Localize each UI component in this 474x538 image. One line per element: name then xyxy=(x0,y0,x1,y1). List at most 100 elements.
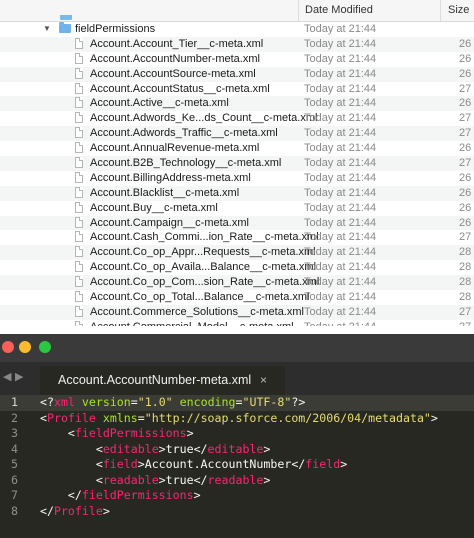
document-icon xyxy=(75,157,83,169)
code-line[interactable]: 6 <readable>true</readable> xyxy=(0,473,474,489)
chevron-left-icon[interactable]: ◀ xyxy=(3,370,11,383)
file-size: 26 xyxy=(459,142,472,155)
line-number: 7 xyxy=(11,488,18,502)
code-editor[interactable]: 1 <?xml version="1.0" encoding="UTF-8"?> 2… xyxy=(0,395,474,538)
file-name: Account.AccountStatus__c-meta.xml xyxy=(90,82,270,95)
file-size: 27 xyxy=(459,305,472,318)
code-line[interactable]: 1 <?xml version="1.0" encoding="UTF-8"?> xyxy=(0,395,474,411)
file-name: Account.AnnualRevenue-meta.xml xyxy=(90,142,260,155)
file-row[interactable]: Account.Buy__c-meta.xml Today at 21:44 26 xyxy=(0,201,474,216)
document-icon xyxy=(75,52,83,64)
file-row[interactable]: Account.Account_Tier__c-meta.xml Today at… xyxy=(0,36,474,52)
file-name: Account.Co_op_Com...sion_Rate__c-meta.xm… xyxy=(90,276,320,289)
code-line[interactable]: 2 <Profile xmlns="http://soap.sforce.com/… xyxy=(0,411,474,427)
document-icon xyxy=(75,261,83,273)
document-icon xyxy=(75,112,83,124)
line-number: 6 xyxy=(11,472,18,487)
date-modified: Today at 21:44 xyxy=(304,261,377,274)
code-text: <editable>true</editable> xyxy=(95,441,271,456)
finder-window: Date Modified Size ▼ fieldPermissions To… xyxy=(0,0,474,326)
file-name: Account.Co_op_Appr...Requests__c-meta.xm… xyxy=(90,246,316,259)
date-modified: Today at 21:44 xyxy=(304,142,377,155)
file-size: 27 xyxy=(459,127,472,140)
file-row[interactable]: Account.Co_op_Availa...Balance__c-meta.x… xyxy=(0,260,474,275)
date-modified: Today at 21:44 xyxy=(304,246,377,259)
line-number: 3 xyxy=(11,426,18,440)
document-icon xyxy=(75,246,83,258)
file-row[interactable]: Account.Co_op_Total...Balance__c-meta.xm… xyxy=(0,290,474,305)
file-name: Account.Commerce_Solutions__c-meta.xml xyxy=(90,305,304,318)
file-row[interactable]: Account.BillingAddress-meta.xml Today at … xyxy=(0,171,474,186)
zoom-window-button[interactable] xyxy=(39,341,51,353)
date-modified: Today at 21:44 xyxy=(304,231,377,244)
file-row[interactable]: Account.Co_op_Com...sion_Rate__c-meta.xm… xyxy=(0,275,474,291)
document-icon xyxy=(75,216,83,228)
code-text: </fieldPermissions> xyxy=(67,488,201,502)
file-row[interactable]: Account.AccountSource-meta.xml Today at 2… xyxy=(0,66,474,82)
file-name: Account.Commercial_Model__c-meta.xml xyxy=(90,320,294,326)
file-size: 28 xyxy=(459,291,472,304)
file-row[interactable]: Account.Adwords_Ke...ds_Count__c-meta.xm… xyxy=(0,111,474,126)
code-line[interactable]: 5 <field>Account.AccountNumber</field> xyxy=(0,457,474,473)
file-row[interactable]: Account.Cash_Commi...ion_Rate__c-meta.xm… xyxy=(0,230,474,245)
file-size: 26 xyxy=(459,67,472,80)
minimize-window-button[interactable] xyxy=(19,341,31,353)
date-modified: Today at 21:44 xyxy=(304,157,377,170)
document-icon xyxy=(75,305,83,317)
file-name: Account.Co_op_Total...Balance__c-meta.xm… xyxy=(90,291,310,304)
file-size: 26 xyxy=(459,186,472,199)
chevron-right-icon[interactable]: ▶ xyxy=(15,370,23,383)
file-row[interactable]: Account.Blacklist__c-meta.xml Today at 21… xyxy=(0,185,474,201)
code-line[interactable]: 8 </Profile> xyxy=(0,504,474,520)
tab-account-accountnumber[interactable]: Account.AccountNumber-meta.xml × xyxy=(40,366,285,395)
date-modified: Today at 21:44 xyxy=(304,97,377,110)
date-modified: Today at 21:44 xyxy=(304,52,377,65)
folder-row-fieldpermissions[interactable]: ▼ fieldPermissions Today at 21:44 xyxy=(0,22,474,37)
date-modified: Today at 21:44 xyxy=(304,23,377,35)
file-name: Account.Cash_Commi...ion_Rate__c-meta.xm… xyxy=(90,231,319,244)
editor-window: ◀ ▶ Account.AccountNumber-meta.xml × 1 <?… xyxy=(0,334,474,538)
file-row[interactable]: Account.Commercial_Model__c-meta.xml Toda… xyxy=(0,320,474,326)
date-modified: Today at 21:44 xyxy=(304,67,377,80)
file-size: 26 xyxy=(459,52,472,65)
code-line[interactable]: 7 </fieldPermissions> xyxy=(0,488,474,504)
file-name: Account.Adwords_Ke...ds_Count__c-meta.xm… xyxy=(90,112,318,125)
file-row[interactable]: Account.AnnualRevenue-meta.xml Today at 2… xyxy=(0,141,474,156)
line-number: 4 xyxy=(11,441,18,456)
file-row[interactable]: Account.Campaign__c-meta.xml Today at 21:… xyxy=(0,215,474,231)
date-modified: Today at 21:44 xyxy=(304,82,377,95)
folder-icon xyxy=(59,22,71,33)
date-modified: Today at 21:44 xyxy=(304,216,377,229)
document-icon xyxy=(75,142,83,154)
tab-label: Account.AccountNumber-meta.xml xyxy=(58,373,252,387)
date-modified: Today at 21:44 xyxy=(304,127,377,140)
code-text: </Profile> xyxy=(40,503,110,518)
document-icon xyxy=(75,82,83,94)
title-bar xyxy=(0,334,474,362)
document-icon xyxy=(75,186,83,198)
file-row[interactable]: Account.Co_op_Appr...Requests__c-meta.xm… xyxy=(0,245,474,261)
file-row[interactable]: Account.B2B_Technology__c-meta.xml Today … xyxy=(0,156,474,171)
file-name: Account.Co_op_Availa...Balance__c-meta.x… xyxy=(90,261,317,274)
date-modified: Today at 21:44 xyxy=(304,171,377,184)
document-icon xyxy=(75,320,83,326)
code-line[interactable]: 4 <editable>true</editable> xyxy=(0,442,474,458)
code-line[interactable]: 3 <fieldPermissions> xyxy=(0,426,474,442)
file-row[interactable]: Account.Active__c-meta.xml Today at 21:44… xyxy=(0,96,474,112)
file-size: 26 xyxy=(459,97,472,110)
file-size: 26 xyxy=(459,171,472,184)
close-window-button[interactable] xyxy=(2,341,14,353)
code-text: <Profile xmlns="http://soap.sforce.com/2… xyxy=(40,410,438,425)
file-row[interactable]: Account.AccountNumber-meta.xml Today at 2… xyxy=(0,52,474,67)
file-row[interactable]: Account.Adwords_Traffic__c-meta.xml Today… xyxy=(0,126,474,142)
file-row[interactable]: Account.Commerce_Solutions__c-meta.xml To… xyxy=(0,304,474,320)
close-icon[interactable]: × xyxy=(260,366,267,395)
file-name: Account.BillingAddress-meta.xml xyxy=(90,171,251,184)
document-icon xyxy=(75,201,83,213)
document-icon xyxy=(75,127,83,139)
file-list: ▼ fieldPermissions Today at 21:44 Accoun… xyxy=(0,22,474,326)
tab-bar: ◀ ▶ Account.AccountNumber-meta.xml × xyxy=(0,362,474,395)
file-row[interactable]: Account.AccountStatus__c-meta.xml Today a… xyxy=(0,82,474,97)
disclosure-triangle-icon[interactable]: ▼ xyxy=(43,24,51,33)
file-size: 26 xyxy=(459,37,472,50)
